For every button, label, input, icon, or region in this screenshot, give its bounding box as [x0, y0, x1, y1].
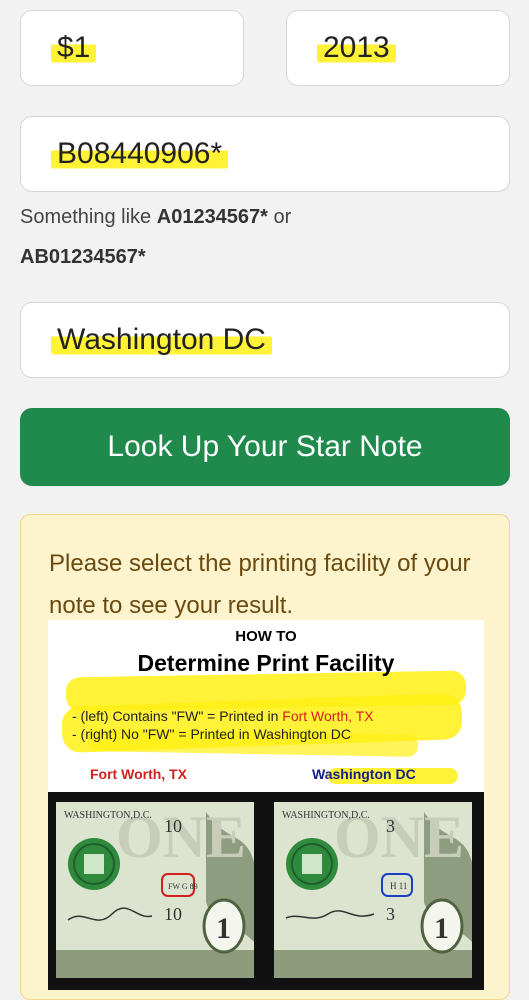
bill-washington-image: ONE WASHINGTON,D.C. 3 H 11 3 1 [274, 802, 472, 978]
infographic-eyebrow: HOW TO [235, 628, 297, 645]
hint-or: or [267, 206, 292, 228]
result-message: Please select the printing facility of y… [49, 550, 471, 619]
bill-right-plate: H 11 [390, 881, 407, 891]
hint-prefix: Something like [20, 206, 157, 228]
year-value: 2013 [317, 31, 396, 65]
infographic-title: Determine Print Facility [137, 650, 395, 676]
location-field[interactable]: Washington DC [20, 302, 510, 378]
serial-number-field[interactable]: B08440906* [20, 116, 510, 192]
infographic-line-2: - (right) No "FW" = Printed in Washingto… [72, 726, 352, 742]
serial-hint: Something like A01234567* or AB01234567* [20, 197, 510, 277]
bill-washington: ONE WASHINGTON,D.C. 3 H 11 3 1 [274, 802, 472, 978]
look-up-star-note-button[interactable]: Look Up Your Star Note [20, 408, 510, 486]
hint-example-1: A01234567* [156, 206, 268, 228]
line-1-place: Fort Worth, TX [282, 708, 374, 724]
bill-left-plate: FW G 89 [168, 882, 198, 891]
bill-left-number: 10 [164, 816, 182, 836]
denomination-field[interactable]: $1 [20, 10, 244, 86]
hint-example-2: AB01234567* [20, 246, 146, 268]
bill-right-denom: 1 [434, 912, 449, 945]
bill-fort-worth: ONE WASHINGTON,D.C. 10 FW G 89 10 1 [56, 802, 254, 978]
label-washington: Washington DC [312, 766, 416, 782]
line-1-text: - (left) Contains "FW" = Printed in [72, 708, 283, 724]
bill-right-number-2: 3 [386, 904, 395, 924]
bill-left-city: WASHINGTON,D.C. [64, 810, 152, 821]
location-value: Washington DC [51, 323, 272, 357]
denomination-value: $1 [51, 31, 97, 65]
print-facility-infographic: HOW TO Determine Print Facility - (left)… [48, 620, 484, 990]
bill-right-city: WASHINGTON,D.C. [282, 810, 370, 821]
bill-left-denom: 1 [216, 912, 231, 945]
bill-right-number: 3 [386, 816, 395, 836]
bill-left-number-2: 10 [164, 904, 182, 924]
label-fort-worth: Fort Worth, TX [90, 766, 187, 782]
bill-fort-worth-image: ONE WASHINGTON,D.C. 10 FW G 89 10 1 [56, 802, 254, 978]
year-field[interactable]: 2013 [286, 10, 510, 86]
serial-number-value: B08440906* [51, 137, 229, 171]
infographic-line-1: - (left) Contains "FW" = Printed in Fort… [72, 708, 374, 724]
bill-comparison: ONE WASHINGTON,D.C. 10 FW G 89 10 1 ONE [48, 792, 484, 990]
